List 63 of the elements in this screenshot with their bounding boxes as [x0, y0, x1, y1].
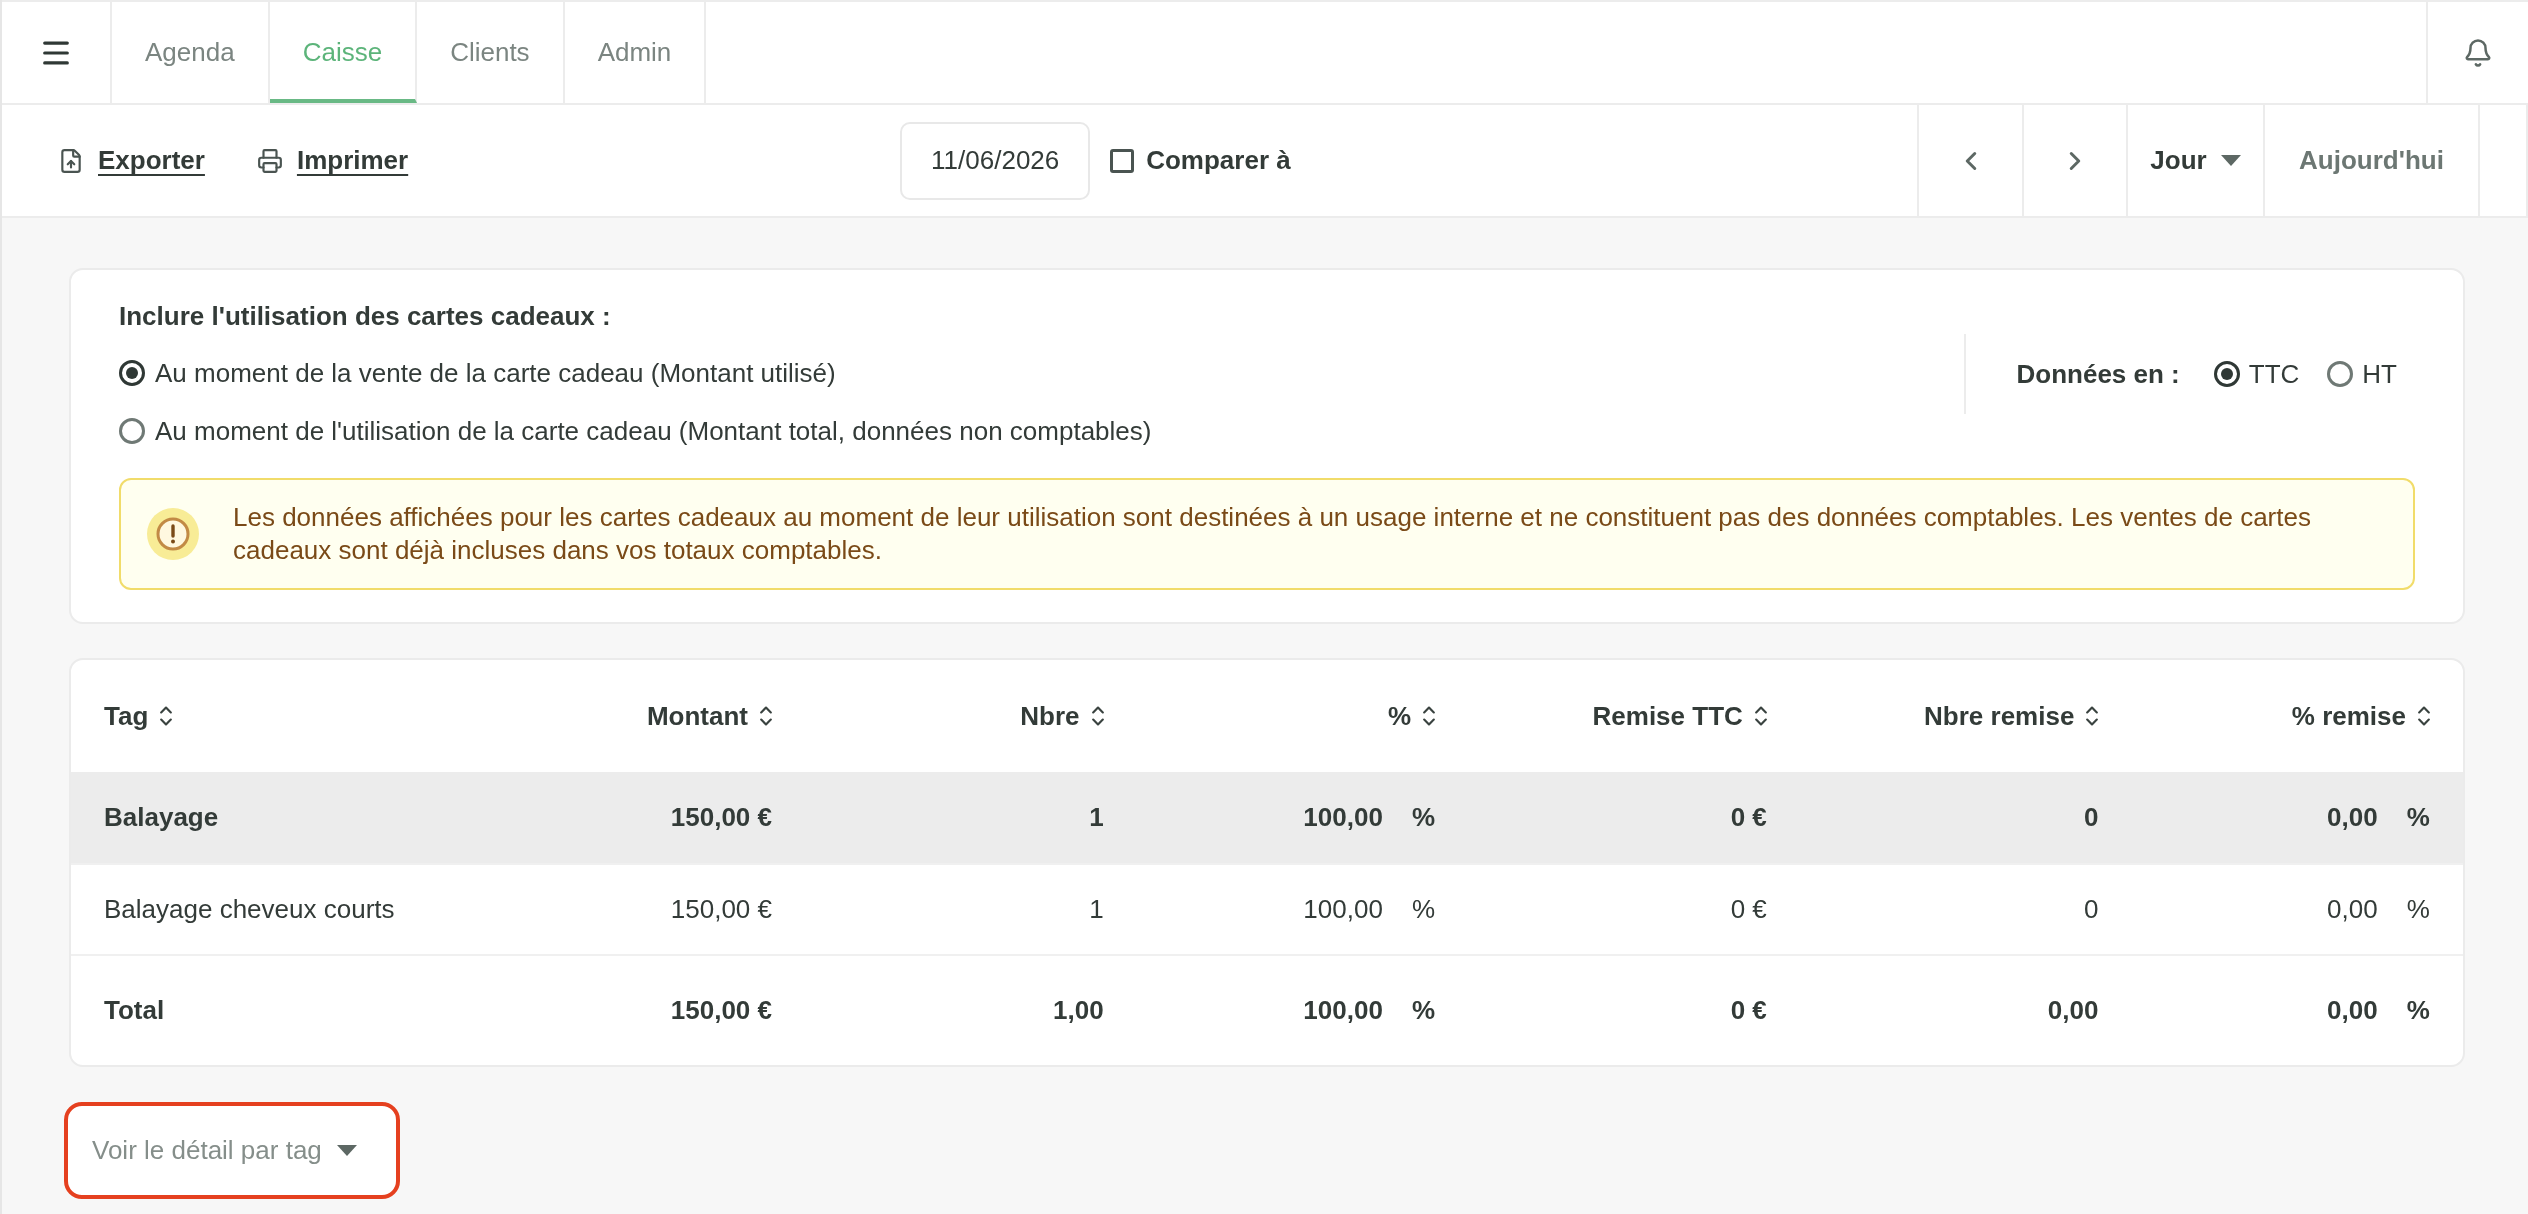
- today-button[interactable]: Aujourd'hui: [2263, 105, 2478, 216]
- column-header[interactable]: Nbre: [1020, 696, 1104, 736]
- data-mode-label: Données en :: [2016, 357, 2180, 391]
- table-cell-text: 1: [1089, 801, 1104, 834]
- sort-icon: [2418, 706, 2430, 726]
- nav-tab[interactable]: Agenda: [112, 2, 270, 103]
- checkbox[interactable]: [1110, 148, 1135, 173]
- section-title: Inclure l'utilisation des cartes cadeaux :: [119, 300, 611, 332]
- radio-button[interactable]: [2213, 361, 2240, 387]
- date-field[interactable]: 11/06/2026: [900, 121, 1091, 200]
- export-link[interactable]: Exporter: [58, 141, 205, 180]
- compare-checkbox-option[interactable]: Comparer à: [1110, 141, 1291, 180]
- file-upload-icon: [58, 147, 84, 174]
- sort-icon: [1091, 706, 1104, 726]
- table-cell-text: 0,00 %: [2327, 801, 2430, 834]
- group-row[interactable]: Balayage 150,00 € 1 100,00 % 0 € 0 0,00 %: [71, 772, 2463, 865]
- table-cell-text: 0 €: [1730, 801, 1767, 834]
- column-header[interactable]: Nbre remise: [1924, 696, 2099, 736]
- total-cell-text: 0 €: [1730, 994, 1767, 1027]
- total-cell-text: 100,00 %: [1303, 994, 1436, 1027]
- table-cell-text: 0,00 %: [2327, 893, 2430, 926]
- column-header[interactable]: % remise: [2291, 696, 2430, 736]
- sort-icon: [160, 706, 173, 726]
- table-cell-text: 0: [2083, 801, 2099, 834]
- radio-label[interactable]: HT: [2362, 354, 2397, 394]
- radio-label[interactable]: TTC: [2248, 354, 2300, 394]
- total-cell-text: 1,00: [1053, 994, 1104, 1027]
- radio-button[interactable]: [2327, 361, 2354, 387]
- table-cell-text: Balayage cheveux courts: [104, 893, 395, 926]
- table-cell-text: 0: [2083, 893, 2099, 926]
- nav-tab[interactable]: Admin: [564, 2, 707, 103]
- warning-icon: [147, 508, 199, 560]
- column-header[interactable]: Montant: [646, 696, 772, 736]
- table-cell-text: 100,00 %: [1303, 801, 1436, 834]
- column-header[interactable]: Remise TTC: [1592, 696, 1767, 736]
- sort-icon: [760, 706, 772, 726]
- table-cell-text: 150,00 €: [670, 893, 772, 926]
- total-cell-text: Total: [104, 994, 165, 1027]
- radio-label[interactable]: Au moment de l'utilisation de la carte cadeau (Montant total, données non comptables): [155, 414, 1152, 448]
- table-cell-text: 150,00 €: [670, 801, 772, 834]
- column-header[interactable]: %: [1388, 696, 1436, 736]
- nav-tab[interactable]: Clients: [417, 2, 565, 103]
- radio-label[interactable]: Au moment de la vente de la carte cadeau (Montant utilisé): [155, 356, 836, 390]
- table-cell-text: 100,00 %: [1303, 893, 1436, 926]
- total-cell-text: 150,00 €: [670, 994, 772, 1027]
- warning-text: Les données affichées pour les cartes cadeaux au moment de leur utilisation sont destinées à un usage interne et ne constituent pas des données comptables. Les ventes de cartes cadeaux sont déjà incluses dans vos totaux comptables.: [233, 501, 2312, 567]
- table-cell-text: 0 €: [1730, 893, 1767, 926]
- sort-icon: [1423, 706, 1436, 726]
- period-dropdown[interactable]: Jour: [2126, 105, 2263, 216]
- total-cell-text: 0,00 %: [2327, 994, 2430, 1027]
- bell-icon: [2463, 37, 2493, 68]
- column-header[interactable]: Tag: [104, 696, 173, 736]
- printer-icon: [256, 147, 283, 174]
- radio-button[interactable]: [119, 360, 145, 386]
- sort-icon: [1754, 706, 1767, 726]
- sort-icon: [2086, 706, 2099, 726]
- table-cell-text: 1: [1089, 893, 1104, 926]
- print-link[interactable]: Imprimer: [256, 141, 409, 180]
- radio-button[interactable]: [119, 418, 145, 444]
- table-cell-text: Balayage: [104, 801, 219, 834]
- caret-icon: [336, 1145, 357, 1156]
- total-cell-text: 0,00: [2047, 994, 2099, 1027]
- caret-icon: [2220, 155, 2241, 166]
